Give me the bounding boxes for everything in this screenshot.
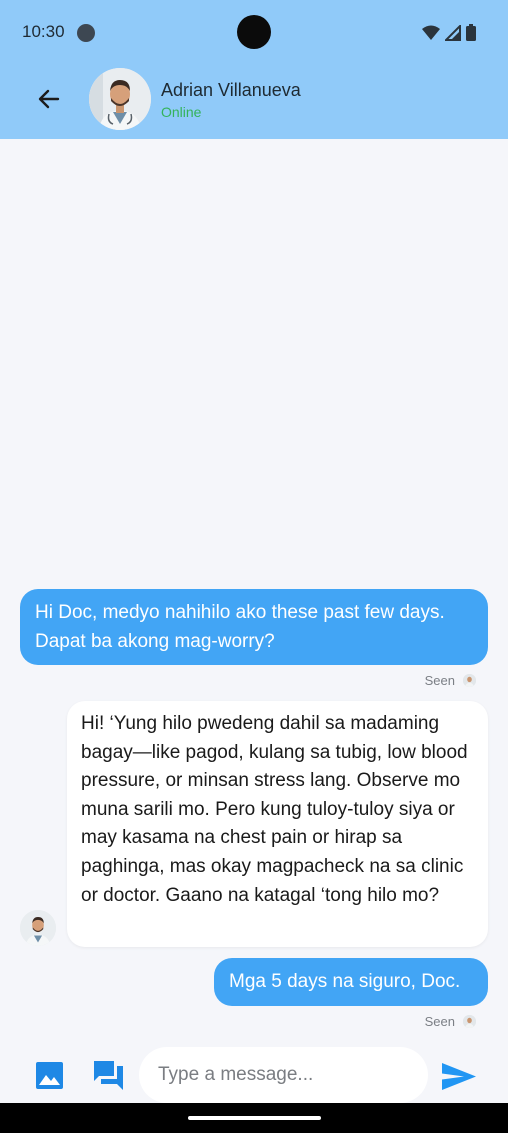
message-text: Hi! ‘Yung hilo pwedeng dahil sa madaming…: [81, 713, 468, 906]
image-icon: [36, 1062, 63, 1089]
wifi-icon: [422, 25, 440, 40]
doctor-avatar-icon: [20, 910, 56, 946]
presence-status: Online: [161, 104, 202, 120]
seen-indicator: Seen: [425, 1014, 476, 1029]
message-text: Hi Doc, medyo nahihilo ako these past fe…: [35, 602, 445, 652]
seen-label: Seen: [424, 1014, 455, 1029]
message-bubble-incoming[interactable]: Hi! ‘Yung hilo pwedeng dahil sa madaming…: [67, 701, 488, 947]
seen-avatar-icon: [463, 674, 476, 687]
chat-icon: [94, 1061, 123, 1090]
contact-avatar[interactable]: [89, 68, 151, 130]
message-bubble-outgoing[interactable]: Mga 5 days na siguro, Doc.: [214, 958, 488, 1006]
contact-name: Adrian Villanueva: [161, 80, 301, 100]
send-icon: [442, 1063, 476, 1090]
home-gesture-handle[interactable]: [188, 1116, 321, 1120]
message-text: Mga 5 days na siguro, Doc.: [229, 971, 461, 992]
camera-cutout: [237, 15, 271, 49]
message-composer: [0, 1043, 508, 1103]
arrow-back-icon: [38, 89, 60, 109]
seen-avatar-icon: [463, 1015, 476, 1028]
back-button[interactable]: [34, 84, 64, 114]
message-input[interactable]: [139, 1047, 428, 1103]
status-time: 10:30: [22, 22, 65, 41]
conversations-button[interactable]: [93, 1060, 124, 1091]
signal-icon: [445, 24, 461, 41]
seen-indicator: Seen: [425, 673, 476, 688]
message-bubble-outgoing[interactable]: Hi Doc, medyo nahihilo ako these past fe…: [20, 589, 488, 665]
seen-label: Seen: [424, 673, 455, 688]
battery-icon: [466, 24, 476, 41]
chat-header: 10:30 Adrian Villanueva Online: [0, 0, 508, 139]
doctor-avatar-icon: [89, 68, 151, 130]
send-button[interactable]: [442, 1063, 476, 1090]
doctor-avatar[interactable]: [20, 910, 56, 946]
attach-image-button[interactable]: [36, 1062, 63, 1089]
notification-dot-icon: [77, 24, 95, 42]
status-icons: [422, 24, 476, 41]
system-nav-bar: [0, 1103, 508, 1133]
